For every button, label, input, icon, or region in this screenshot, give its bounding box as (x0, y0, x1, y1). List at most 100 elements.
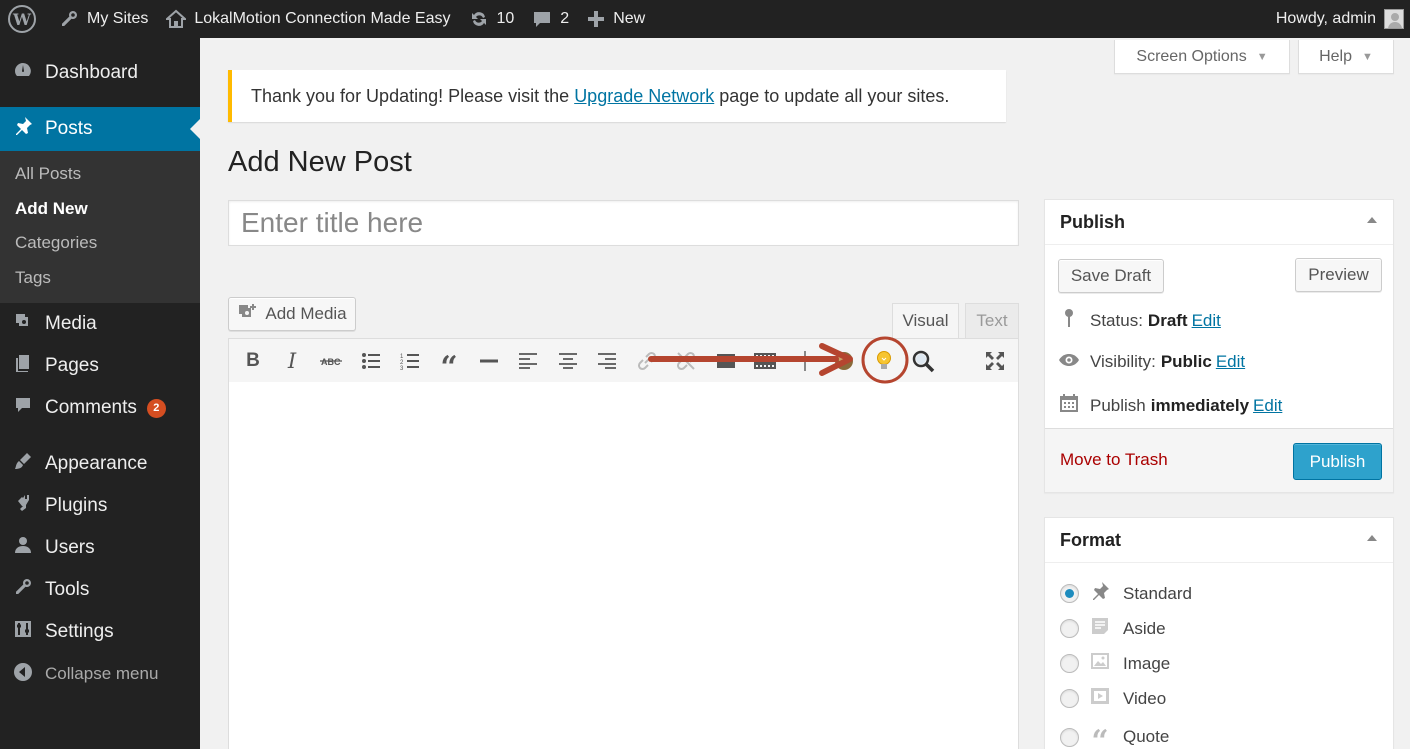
wrench-icon (12, 577, 34, 603)
video-icon (1089, 686, 1111, 711)
updates-menu[interactable]: 10 (460, 0, 524, 38)
horizontal-line-button[interactable] (473, 345, 505, 377)
menu-settings[interactable]: Settings (0, 611, 200, 653)
wordpress-logo-icon: W (8, 5, 36, 33)
format-box-title: Format (1060, 529, 1122, 550)
format-radio-standard[interactable] (1060, 584, 1079, 603)
align-center-button[interactable] (552, 345, 584, 377)
align-right-button[interactable] (591, 345, 623, 377)
format-option-image[interactable]: Image (1060, 651, 1170, 676)
insert-link-button[interactable] (631, 345, 663, 377)
menu-posts[interactable]: Posts (0, 107, 200, 151)
post-content-editor[interactable] (228, 382, 1019, 749)
submenu-tags[interactable]: Tags (0, 261, 200, 296)
menu-users[interactable]: Users (0, 527, 200, 569)
submenu-categories[interactable]: Categories (0, 226, 200, 261)
format-option-quote[interactable]: “ Quote (1060, 722, 1169, 749)
insert-more-button[interactable] (710, 345, 742, 377)
plugin-circle-icon (835, 352, 853, 370)
format-option-standard[interactable]: Standard (1060, 581, 1192, 606)
site-name-menu[interactable]: LokalMotion Connection Made Easy (157, 0, 459, 38)
upgrade-network-link[interactable]: Upgrade Network (574, 86, 714, 107)
menu-pages[interactable]: Pages (0, 345, 200, 387)
media-icon (12, 311, 34, 337)
save-draft-button[interactable]: Save Draft (1058, 259, 1164, 293)
menu-comments[interactable]: Comments 2 (0, 387, 200, 429)
strikethrough-icon: ABC (320, 357, 342, 367)
format-option-aside[interactable]: Aside (1060, 616, 1166, 641)
format-label-standard: Standard (1123, 583, 1192, 603)
format-radio-aside[interactable] (1060, 619, 1079, 638)
publish-button[interactable]: Publish (1293, 443, 1382, 480)
menu-dashboard[interactable]: Dashboard (0, 52, 200, 94)
toolbar-toggle-button[interactable] (749, 345, 781, 377)
edit-schedule-link[interactable]: Edit (1253, 396, 1282, 416)
comments-menu[interactable]: 2 (523, 0, 578, 38)
search-button[interactable] (907, 345, 939, 377)
settings-sliders-icon (12, 619, 34, 645)
caret-down-icon: ▼ (1362, 50, 1373, 63)
plug-icon (12, 493, 34, 519)
format-radio-quote[interactable] (1060, 727, 1079, 747)
comments-count: 2 (560, 10, 570, 27)
publish-box-header[interactable]: Publish (1045, 200, 1393, 245)
edit-status-link[interactable]: Edit (1192, 311, 1221, 331)
menu-appearance[interactable]: Appearance (0, 443, 200, 485)
numbered-list-button[interactable]: 123 (394, 345, 426, 377)
move-to-trash-link[interactable]: Move to Trash (1060, 450, 1168, 470)
menu-media[interactable]: Media (0, 303, 200, 345)
post-schedule: Publish immediately Edit (1058, 393, 1282, 418)
submenu-all-posts[interactable]: All Posts (0, 157, 200, 192)
fullscreen-button[interactable] (979, 345, 1011, 377)
wp-logo-menu[interactable]: W (0, 0, 50, 38)
menu-plugins[interactable]: Plugins (0, 485, 200, 527)
strikethrough-button[interactable]: ABC (315, 345, 347, 377)
format-box-header[interactable]: Format (1045, 518, 1393, 563)
menu-plugins-label: Plugins (45, 495, 108, 516)
bulleted-list-button[interactable] (355, 345, 387, 377)
italic-icon: I (287, 349, 297, 373)
remove-link-button[interactable] (670, 345, 702, 377)
my-sites-menu[interactable]: My Sites (50, 0, 157, 38)
site-name-label: LokalMotion Connection Made Easy (194, 10, 451, 27)
admin-menu: Dashboard Posts All Posts Add New Catego… (0, 38, 200, 749)
collapse-toggle-icon[interactable] (1367, 217, 1377, 223)
blockquote-button[interactable]: “ (433, 345, 465, 385)
separator-button[interactable] (789, 345, 821, 377)
avatar (1384, 9, 1404, 29)
aside-document-icon (1089, 616, 1111, 641)
tab-text[interactable]: Text (965, 303, 1019, 339)
blockquote-icon: “ (440, 349, 458, 385)
align-left-button[interactable] (512, 345, 544, 377)
image-icon (1089, 651, 1111, 676)
edit-visibility-link[interactable]: Edit (1216, 352, 1245, 372)
add-media-button[interactable]: Add Media (228, 297, 356, 331)
format-radio-image[interactable] (1060, 654, 1079, 673)
unlink-icon (676, 351, 696, 371)
help-button[interactable]: Help ▼ (1298, 40, 1394, 74)
lightbulb-button[interactable] (868, 345, 900, 377)
submenu-add-new[interactable]: Add New (0, 192, 200, 227)
my-account-menu[interactable]: Howdy, admin (1276, 9, 1410, 29)
numbered-list-icon: 123 (400, 354, 419, 370)
preview-button[interactable]: Preview (1295, 258, 1382, 292)
tab-visual[interactable]: Visual (892, 303, 959, 339)
new-label: New (613, 10, 646, 27)
screen-options-button[interactable]: Screen Options ▼ (1114, 40, 1290, 74)
add-media-label: Add Media (265, 304, 347, 323)
howdy-label: Howdy, admin (1275, 10, 1376, 27)
add-media-icon (237, 303, 257, 326)
italic-button[interactable]: I (276, 345, 308, 377)
bold-button[interactable]: B (237, 345, 269, 377)
plus-icon (587, 10, 605, 28)
menu-tools[interactable]: Tools (0, 569, 200, 611)
post-title-input[interactable] (228, 200, 1019, 246)
collapse-menu-label: Collapse menu (45, 664, 159, 683)
plugin-button[interactable] (828, 345, 860, 377)
collapse-menu-button[interactable]: Collapse menu (0, 653, 200, 695)
format-option-video[interactable]: Video (1060, 686, 1166, 711)
collapse-toggle-icon[interactable] (1367, 535, 1377, 541)
format-radio-video[interactable] (1060, 689, 1079, 708)
new-content-menu[interactable]: New (578, 0, 654, 38)
paintbrush-icon (12, 451, 34, 477)
